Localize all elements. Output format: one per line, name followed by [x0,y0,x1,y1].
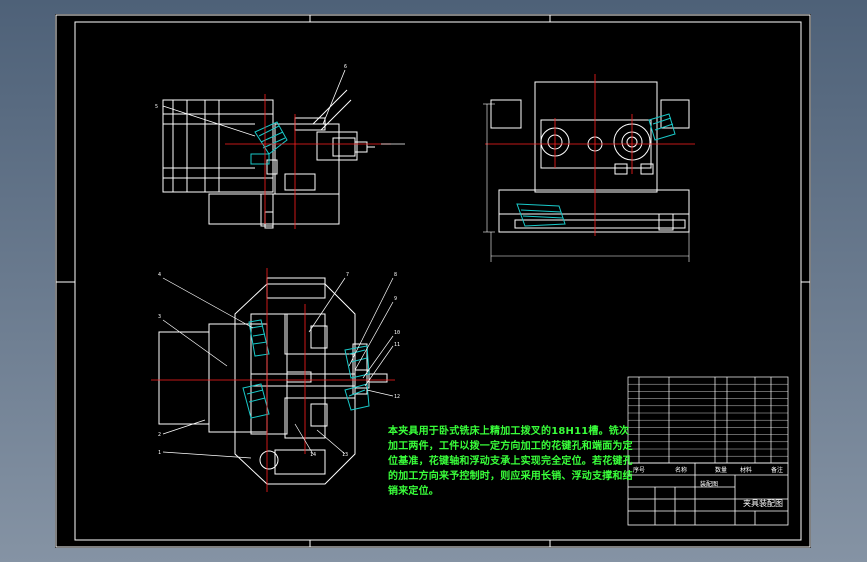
plan-view-centerlines [151,268,395,492]
balloon-plan-1: 1 [158,450,161,456]
balloon-plan-10: 10 [394,330,400,336]
balloon-side-6: 5 [155,104,158,110]
side-view-hatch [250,121,288,165]
parts-list-rows [628,384,788,457]
plan-view-leaders [162,277,394,459]
balloon-plan-7: 7 [346,272,349,278]
col-header-no: 序号 [633,466,645,474]
plan-view [158,277,388,485]
technical-note: 本夹具用于卧式铣床上精加工拨叉的18H11槽。铣次加工两件，工件以拨一定方向加工… [388,426,633,497]
drawing-name: 夹具装配图 [743,498,783,508]
front-view-centerlines [485,74,695,236]
balloon-plan-11: 11 [394,342,400,348]
title-block [627,462,789,526]
balloon-plan-4: 4 [158,272,161,278]
balloon-plan-13: 13 [342,452,348,458]
balloon-side-5: 6 [344,64,347,70]
col-header-qty: 数量 [715,466,727,474]
balloon-plan-14: 14 [310,452,316,458]
col-header-name: 名称 [675,466,687,474]
balloon-plan-9: 9 [394,296,397,302]
drawing-canvas[interactable]: 5 6 4 3 2 1 7 8 9 10 11 12 13 14 序号 名称 数… [55,14,811,548]
balloon-plan-2: 2 [158,432,161,438]
col-header-material: 材料 [740,466,752,474]
cad-viewport[interactable]: 5 6 4 3 2 1 7 8 9 10 11 12 13 14 序号 名称 数… [0,0,867,562]
sub-title: 装配图 [700,480,718,488]
front-view [490,81,690,233]
col-header-remark: 备注 [771,466,783,474]
side-view-leaders [162,69,405,145]
balloon-plan-8: 8 [394,272,397,278]
plan-view-hatch [242,319,370,419]
balloon-plan-12: 12 [394,394,400,400]
balloon-plan-3: 3 [158,314,161,320]
